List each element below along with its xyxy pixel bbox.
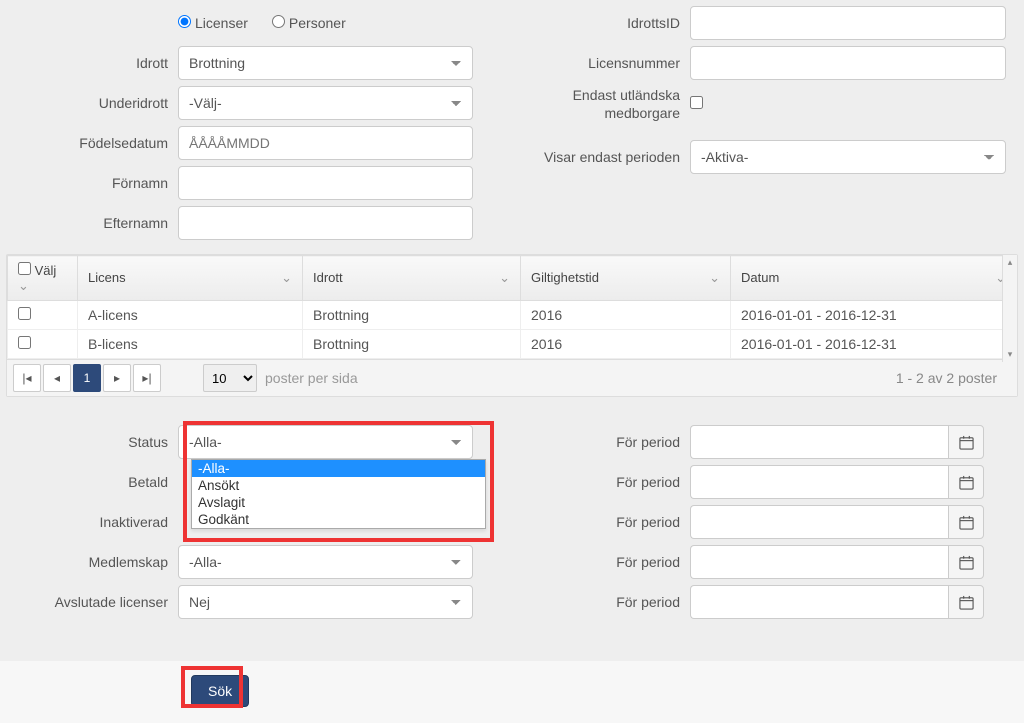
calendar-icon[interactable] <box>948 585 984 619</box>
inaktiverad-label: Inaktiverad <box>0 514 178 530</box>
medlemskap-label: Medlemskap <box>0 554 178 570</box>
cell-giltighet: 2016 <box>521 301 731 330</box>
calendar-icon[interactable] <box>948 425 984 459</box>
calendar-icon[interactable] <box>948 545 984 579</box>
select-all-checkbox[interactable] <box>18 262 31 275</box>
pager-first-button[interactable]: |◂ <box>13 364 41 392</box>
idrottsid-label: IdrottsID <box>530 15 690 31</box>
visar-perioden-select[interactable]: -Aktiva- <box>690 140 1006 174</box>
for-period-label-3: För period <box>530 514 690 530</box>
radio-personer-label: Personer <box>289 15 346 31</box>
fodelsedatum-label: Födelsedatum <box>0 135 178 151</box>
idrott-label: Idrott <box>0 55 178 71</box>
idrottsid-input[interactable] <box>690 6 1006 40</box>
endast-utlandska-label: Endast utländska medborgare <box>530 86 690 122</box>
radio-licenser[interactable]: Licenser <box>178 15 248 31</box>
underidrott-select[interactable]: -Välj- <box>178 86 473 120</box>
cell-licens: A-licens <box>78 301 303 330</box>
pager-page-1[interactable]: 1 <box>73 364 101 392</box>
fornamn-label: Förnamn <box>0 175 178 191</box>
vertical-scrollbar[interactable]: ▴▾ <box>1002 255 1017 362</box>
status-label: Status <box>0 434 178 450</box>
col-datum[interactable]: Datum <box>741 270 779 285</box>
cell-idrott: Brottning <box>303 330 521 359</box>
pager-last-button[interactable]: ▸| <box>133 364 161 392</box>
for-period-input-1[interactable] <box>690 425 948 459</box>
status-option-alla[interactable]: -Alla- <box>192 460 485 477</box>
cell-datum: 2016-01-01 - 2016-12-31 <box>731 330 1017 359</box>
for-period-label-5: För period <box>530 594 690 610</box>
licensnummer-input[interactable] <box>690 46 1006 80</box>
radio-personer[interactable]: Personer <box>272 15 346 31</box>
medlemskap-select[interactable]: -Alla- <box>178 545 473 579</box>
chevron-down-icon[interactable]: ⌄ <box>499 270 510 286</box>
for-period-input-5[interactable] <box>690 585 948 619</box>
table-row: B-licens Brottning 2016 2016-01-01 - 201… <box>8 330 1017 359</box>
pager-next-button[interactable]: ▸ <box>103 364 131 392</box>
status-option-ansokt[interactable]: Ansökt <box>192 477 485 494</box>
status-select[interactable]: -Alla- <box>178 425 473 459</box>
avslutade-label: Avslutade licenser <box>0 594 178 610</box>
underidrott-label: Underidrott <box>0 95 178 111</box>
table-row: A-licens Brottning 2016 2016-01-01 - 201… <box>8 301 1017 330</box>
poster-per-sida-label: poster per sida <box>265 370 358 386</box>
pager-prev-button[interactable]: ◂ <box>43 364 71 392</box>
idrott-select[interactable]: Brottning <box>178 46 473 80</box>
chevron-down-icon[interactable]: ⌄ <box>709 270 720 286</box>
results-table: Välj ⌄ Licens ⌄ Idrott ⌄ Giltighetstid ⌄ Da… <box>6 254 1018 397</box>
row-checkbox[interactable] <box>18 307 31 320</box>
page-size-select[interactable]: 10 <box>203 364 257 392</box>
cell-giltighet: 2016 <box>521 330 731 359</box>
visar-perioden-label: Visar endast perioden <box>530 149 690 165</box>
status-dropdown-popup[interactable]: -Alla- Ansökt Avslagit Godkänt <box>191 459 486 529</box>
radio-licenser-label: Licenser <box>195 15 248 31</box>
calendar-icon[interactable] <box>948 505 984 539</box>
status-option-avslagit[interactable]: Avslagit <box>192 494 485 511</box>
row-checkbox[interactable] <box>18 336 31 349</box>
cell-datum: 2016-01-01 - 2016-12-31 <box>731 301 1017 330</box>
for-period-label-2: För period <box>530 474 690 490</box>
for-period-input-3[interactable] <box>690 505 948 539</box>
for-period-label-1: För period <box>530 434 690 450</box>
cell-licens: B-licens <box>78 330 303 359</box>
betald-label: Betald <box>0 474 178 490</box>
cell-idrott: Brottning <box>303 301 521 330</box>
col-giltighetstid[interactable]: Giltighetstid <box>531 270 599 285</box>
col-valj: Välj <box>35 263 57 278</box>
calendar-icon[interactable] <box>948 465 984 499</box>
chevron-down-icon[interactable]: ⌄ <box>281 270 292 286</box>
fornamn-input[interactable] <box>178 166 473 200</box>
status-option-godkant[interactable]: Godkänt <box>192 511 485 528</box>
efternamn-input[interactable] <box>178 206 473 240</box>
pager-info: 1 - 2 av 2 poster <box>896 370 1011 386</box>
search-button[interactable]: Sök <box>191 675 249 707</box>
fodelsedatum-input[interactable] <box>178 126 473 160</box>
endast-utlandska-checkbox[interactable] <box>690 96 703 109</box>
licensnummer-label: Licensnummer <box>530 55 690 71</box>
for-period-input-2[interactable] <box>690 465 948 499</box>
col-idrott[interactable]: Idrott <box>313 270 343 285</box>
col-licens[interactable]: Licens <box>88 270 126 285</box>
efternamn-label: Efternamn <box>0 215 178 231</box>
chevron-down-icon[interactable]: ⌄ <box>18 278 29 293</box>
avslutade-select[interactable]: Nej <box>178 585 473 619</box>
for-period-label-4: För period <box>530 554 690 570</box>
record-type-radio-group: Licenser Personer <box>178 6 364 40</box>
for-period-input-4[interactable] <box>690 545 948 579</box>
